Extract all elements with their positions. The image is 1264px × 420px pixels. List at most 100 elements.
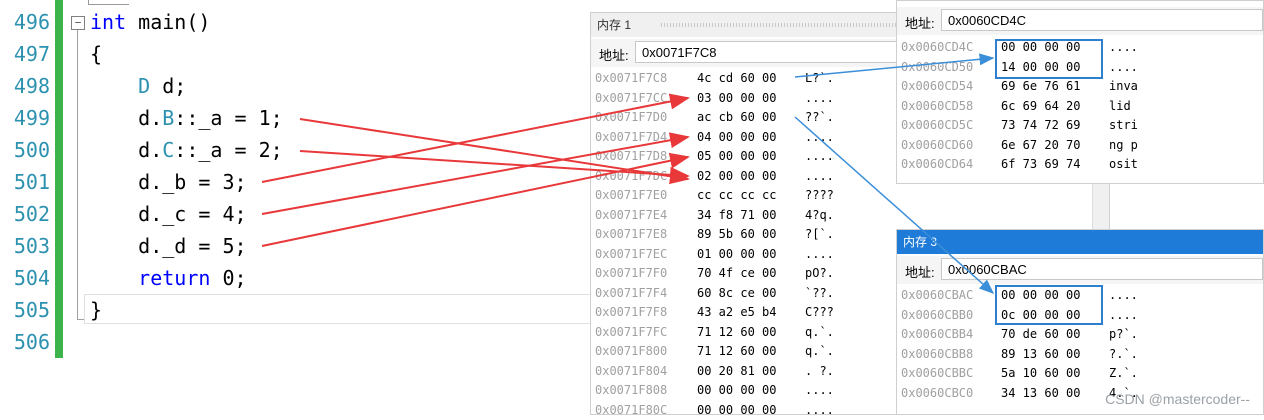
memory-row[interactable]: 0x0060CBBC5a 10 60 00Z.`. — [897, 364, 1263, 384]
code-token: ::_a = 1; — [174, 106, 282, 130]
memory-bytes[interactable]: 43 a2 e5 b4 — [697, 303, 776, 323]
code-token: d._c = 4; — [90, 202, 247, 226]
watermark: CSDN @mastercoder-- — [1105, 391, 1250, 407]
memory-bytes[interactable]: 89 5b 60 00 — [697, 225, 776, 245]
memory-address: 0x0071F7E4 — [595, 206, 667, 226]
memory-row[interactable]: 0x0060CD5469 6e 76 61inva — [897, 77, 1263, 97]
memory-row[interactable]: 0x0060CBB889 13 60 00?.`. — [897, 345, 1263, 365]
memory-bytes[interactable]: 00 00 00 00 — [697, 401, 776, 420]
memory-bytes[interactable]: 6e 67 20 70 — [1001, 136, 1080, 156]
memory-address: 0x0060CD64 — [901, 155, 973, 175]
memory-bytes[interactable]: 69 6e 76 61 — [1001, 77, 1080, 97]
code-line[interactable]: 501 d._b = 3; — [0, 166, 640, 198]
memory-address: 0x0071F7E0 — [595, 186, 667, 206]
memory-3-address-input[interactable]: 0x0060CBAC — [941, 258, 1263, 280]
keyword-token: int — [90, 10, 126, 34]
code-line[interactable]: 499 d.B::_a = 1; — [0, 102, 640, 134]
code-token: } — [90, 298, 102, 322]
memory-bytes[interactable]: ac cb 60 00 — [697, 108, 776, 128]
memory-bytes[interactable]: 71 12 60 00 — [697, 342, 776, 362]
previous-block-brace — [88, 0, 129, 5]
code-text: { — [90, 38, 102, 70]
code-editor[interactable]: 496−int main()497{498 D d;499 d.B::_a = … — [0, 0, 640, 415]
memory-2-value-highlight — [995, 39, 1103, 79]
memory-ascii: stri — [1109, 116, 1138, 136]
memory-row[interactable]: 0x0060CD64 6f 73 69 74 osit — [897, 155, 1263, 175]
code-line[interactable]: 506 — [0, 326, 640, 358]
line-number: 505 — [0, 294, 50, 326]
memory-ascii: C??? — [805, 303, 834, 323]
type-token: D — [90, 74, 150, 98]
memory-address: 0x0071F7DC — [595, 167, 667, 187]
line-number: 506 — [0, 326, 50, 358]
line-number: 501 — [0, 166, 50, 198]
memory-3-title: 内存 3 — [903, 235, 937, 249]
code-text: d._b = 3; — [90, 166, 247, 198]
memory-bytes[interactable]: 89 13 60 00 — [1001, 345, 1080, 365]
memory-bytes[interactable]: 70 4f ce 00 — [697, 264, 776, 284]
memory-address: 0x0071F7D8 — [595, 147, 667, 167]
memory-row[interactable]: 0x0060CBB470 de 60 00p?`. — [897, 325, 1263, 345]
memory-row[interactable]: 0x0060CD586c 69 64 20lid — [897, 97, 1263, 117]
memory-bytes[interactable]: 02 00 00 00 — [697, 167, 776, 187]
memory-address: 0x0060CBAC — [901, 286, 973, 306]
memory-address: 0x0071F7F0 — [595, 264, 667, 284]
memory-3-titlebar[interactable]: 内存 3 — [897, 230, 1263, 254]
code-line[interactable]: 503 d._d = 5; — [0, 230, 640, 262]
memory-bytes[interactable]: 71 12 60 00 — [697, 323, 776, 343]
memory-bytes[interactable]: 34 13 60 00 — [1001, 384, 1080, 404]
memory-bytes[interactable]: 34 f8 71 00 — [697, 206, 776, 226]
memory-ascii: .... — [1109, 286, 1138, 306]
memory-bytes[interactable]: 04 00 00 00 — [697, 128, 776, 148]
code-line[interactable]: 504 return 0; — [0, 262, 640, 294]
memory-ascii: ng p — [1109, 136, 1138, 156]
memory-bytes[interactable]: 01 00 00 00 — [697, 245, 776, 265]
memory-ascii: osit — [1109, 155, 1138, 175]
memory-bytes[interactable]: 6c 69 64 20 — [1001, 97, 1080, 117]
fold-toggle-icon[interactable]: − — [71, 16, 85, 30]
memory-2-address-input[interactable]: 0x0060CD4C — [941, 9, 1263, 31]
code-token: { — [90, 42, 102, 66]
memory-ascii: q.`. — [805, 323, 834, 343]
memory-window-2[interactable]: 地址: 0x0060CD4C 0x0060CD4C00 00 00 00....… — [896, 0, 1264, 184]
code-text: return 0; — [90, 262, 247, 294]
memory-address: 0x0060CD54 — [901, 77, 973, 97]
memory-address: 0x0060CD60 — [901, 136, 973, 156]
memory-bytes[interactable]: 03 00 00 00 — [697, 89, 776, 109]
memory-address: 0x0060CBB8 — [901, 345, 973, 365]
memory-bytes[interactable]: 00 20 81 00 — [697, 362, 776, 382]
code-text: D d; — [90, 70, 186, 102]
line-number: 499 — [0, 102, 50, 134]
memory-row[interactable]: 0x0071F7E0cc cc cc cc???? — [591, 186, 1109, 206]
memory-3-value-highlight — [995, 285, 1103, 325]
memory-ascii: .... — [1109, 38, 1138, 58]
memory-address: 0x0060CBB4 — [901, 325, 973, 345]
memory-3-address-bar: 地址: 0x0060CBAC — [897, 256, 1263, 284]
memory-window-3[interactable]: 内存 3 地址: 0x0060CBAC 0x0060CBAC00 00 00 0… — [896, 229, 1264, 415]
memory-ascii: ??`. — [805, 108, 834, 128]
memory-bytes[interactable]: 05 00 00 00 — [697, 147, 776, 167]
memory-bytes[interactable]: 60 8c ce 00 — [697, 284, 776, 304]
memory-bytes[interactable]: 4c cd 60 00 — [697, 69, 776, 89]
memory-bytes[interactable]: 73 74 72 69 — [1001, 116, 1080, 136]
memory-address: 0x0071F7F4 — [595, 284, 667, 304]
memory-row[interactable]: 0x0071F7E434 f8 71 004?q. — [591, 206, 1109, 226]
memory-ascii: .... — [1109, 306, 1138, 326]
memory-row[interactable]: 0x0060CD60 6e 67 20 70 ng p — [897, 136, 1263, 156]
code-line[interactable]: 498 D d; — [0, 70, 640, 102]
memory-bytes[interactable]: 00 00 00 00 — [697, 381, 776, 401]
memory-ascii: .... — [805, 381, 834, 401]
code-line[interactable]: 502 d._c = 4; — [0, 198, 640, 230]
code-line[interactable]: 496−int main() — [0, 6, 640, 38]
memory-bytes[interactable]: cc cc cc cc — [697, 186, 776, 206]
memory-bytes[interactable]: 6f 73 69 74 — [1001, 155, 1080, 175]
code-line[interactable]: 497{ — [0, 38, 640, 70]
memory-address: 0x0071F7D0 — [595, 108, 667, 128]
code-text: d.B::_a = 1; — [90, 102, 283, 134]
code-line[interactable]: 500 d.C::_a = 2; — [0, 134, 640, 166]
memory-row[interactable]: 0x0060CD5C73 74 72 69stri — [897, 116, 1263, 136]
memory-bytes[interactable]: 70 de 60 00 — [1001, 325, 1080, 345]
code-line[interactable]: 505} — [0, 294, 640, 326]
memory-bytes[interactable]: 5a 10 60 00 — [1001, 364, 1080, 384]
memory-ascii: .... — [805, 167, 834, 187]
